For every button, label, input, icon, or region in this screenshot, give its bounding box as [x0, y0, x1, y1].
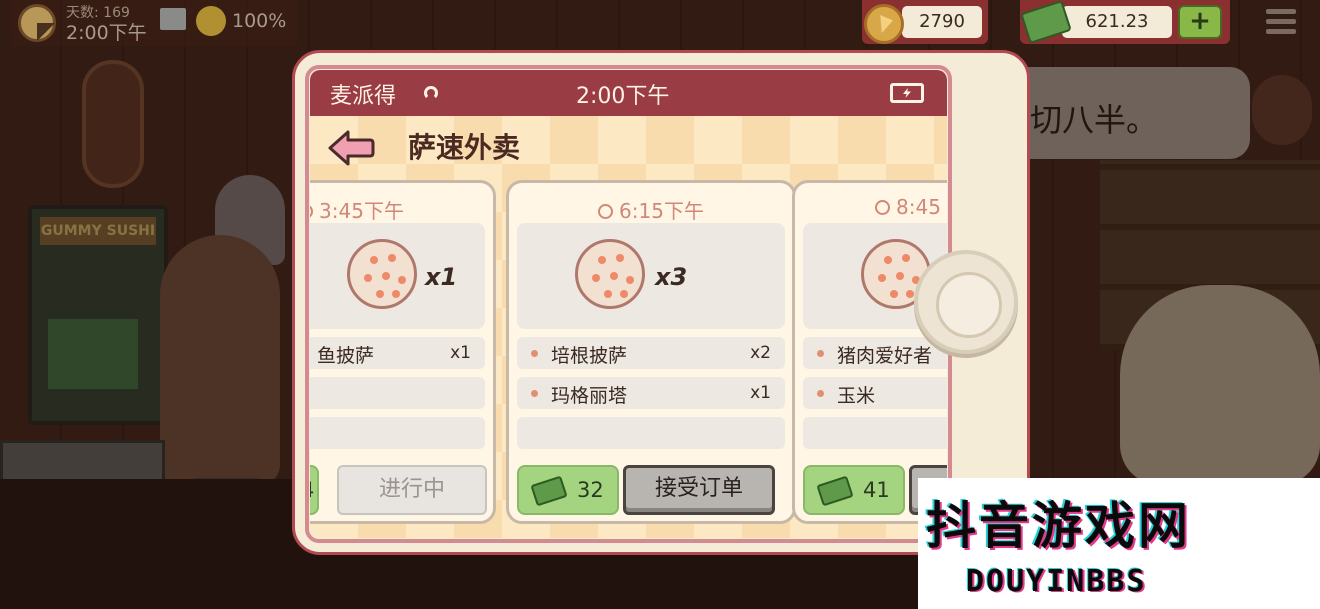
back-arrow-icon[interactable] — [326, 128, 376, 168]
item-qty: x2 — [750, 343, 771, 363]
item-qty: x1 — [750, 383, 771, 403]
order-card: 8:45 猪肉爱好者 玉米 41 — [792, 180, 947, 524]
payout-badge: 32 — [517, 465, 619, 515]
smiley-icon — [196, 6, 226, 36]
payout-badge: 41 — [803, 465, 905, 515]
hamburger-menu-icon[interactable] — [1256, 4, 1306, 42]
item-name: 培根披萨 — [551, 345, 628, 367]
game-time: 2:00下午 — [66, 22, 147, 44]
item-name: 玛格丽塔 — [551, 385, 628, 407]
status-time: 2:00下午 — [576, 84, 670, 109]
coin-value: 2790 — [902, 6, 982, 38]
order-time: 8:45 — [875, 195, 947, 219]
cash-icon — [816, 475, 854, 507]
carrier-name: 麦派得 — [330, 84, 397, 109]
clock-icon — [18, 4, 56, 42]
phone-screen: 麦派得 2:00下午 萨速外卖 3:45下午 x1 鱼披萨 x1 进行中 6:1… — [310, 70, 947, 538]
pizza-summary: x3 — [517, 223, 785, 329]
order-item: 玛格丽塔 x1 — [517, 377, 785, 409]
order-card: 3:45下午 x1 鱼披萨 x1 4 进行中 — [310, 180, 496, 524]
item-qty: x1 — [450, 343, 471, 363]
mood-percent: 100% — [232, 10, 287, 32]
app-background: 萨速外卖 3:45下午 x1 鱼披萨 x1 4 进行中 6:15下午 — [310, 116, 947, 538]
app-title: 萨速外卖 — [408, 131, 521, 164]
cash-value: 621.23 — [1062, 6, 1172, 38]
order-item: 猪肉爱好者 — [803, 337, 947, 369]
clock-icon — [875, 200, 890, 215]
item-name: 玉米 — [837, 385, 876, 407]
empty-item-slot — [310, 377, 485, 409]
empty-item-slot — [517, 417, 785, 449]
battery-charging-icon — [890, 83, 924, 103]
pizza-count: x1 — [425, 263, 458, 291]
payout-value: 32 — [577, 478, 604, 502]
order-item: 培根披萨 x2 — [517, 337, 785, 369]
item-name: 猪肉爱好者 — [837, 345, 933, 367]
phone-status-bar: 麦派得 2:00下午 — [310, 70, 947, 116]
cash-icon — [530, 475, 568, 507]
clock-icon — [598, 204, 614, 219]
wifi-icon — [424, 86, 438, 100]
order-time: 3:45下午 — [310, 195, 493, 224]
pizza-count: x3 — [655, 263, 688, 291]
pizza-icon — [347, 239, 417, 309]
payout-value: 41 — [863, 478, 890, 502]
pizza-coin-icon — [864, 4, 904, 44]
notebook-icon[interactable] — [160, 8, 186, 30]
pizza-summary: x1 — [310, 223, 485, 329]
order-item: 玉米 — [803, 377, 947, 409]
clock-icon — [310, 204, 314, 219]
watermark: 抖音游戏网 DOUYINBBS — [918, 478, 1320, 609]
in-progress-button: 进行中 — [337, 465, 487, 515]
add-cash-button[interactable]: + — [1178, 5, 1222, 39]
accept-order-button[interactable]: 接受订单 — [623, 465, 775, 515]
pizza-icon — [575, 239, 645, 309]
empty-item-slot — [310, 417, 485, 449]
order-item: 鱼披萨 x1 — [310, 337, 485, 369]
item-name: 鱼披萨 — [317, 345, 375, 367]
empty-item-slot — [803, 417, 947, 449]
order-time: 6:15下午 — [509, 195, 793, 224]
watermark-chinese: 抖音游戏网 — [926, 497, 1191, 555]
payout-value: 4 — [310, 478, 314, 502]
phone-home-button[interactable] — [914, 250, 1018, 354]
order-card: 6:15下午 x3 培根披萨 x2 玛格丽塔 x1 32 接受订单 — [506, 180, 796, 524]
watermark-english: DOUYINBBS — [966, 564, 1147, 599]
payout-badge: 4 — [310, 465, 319, 515]
